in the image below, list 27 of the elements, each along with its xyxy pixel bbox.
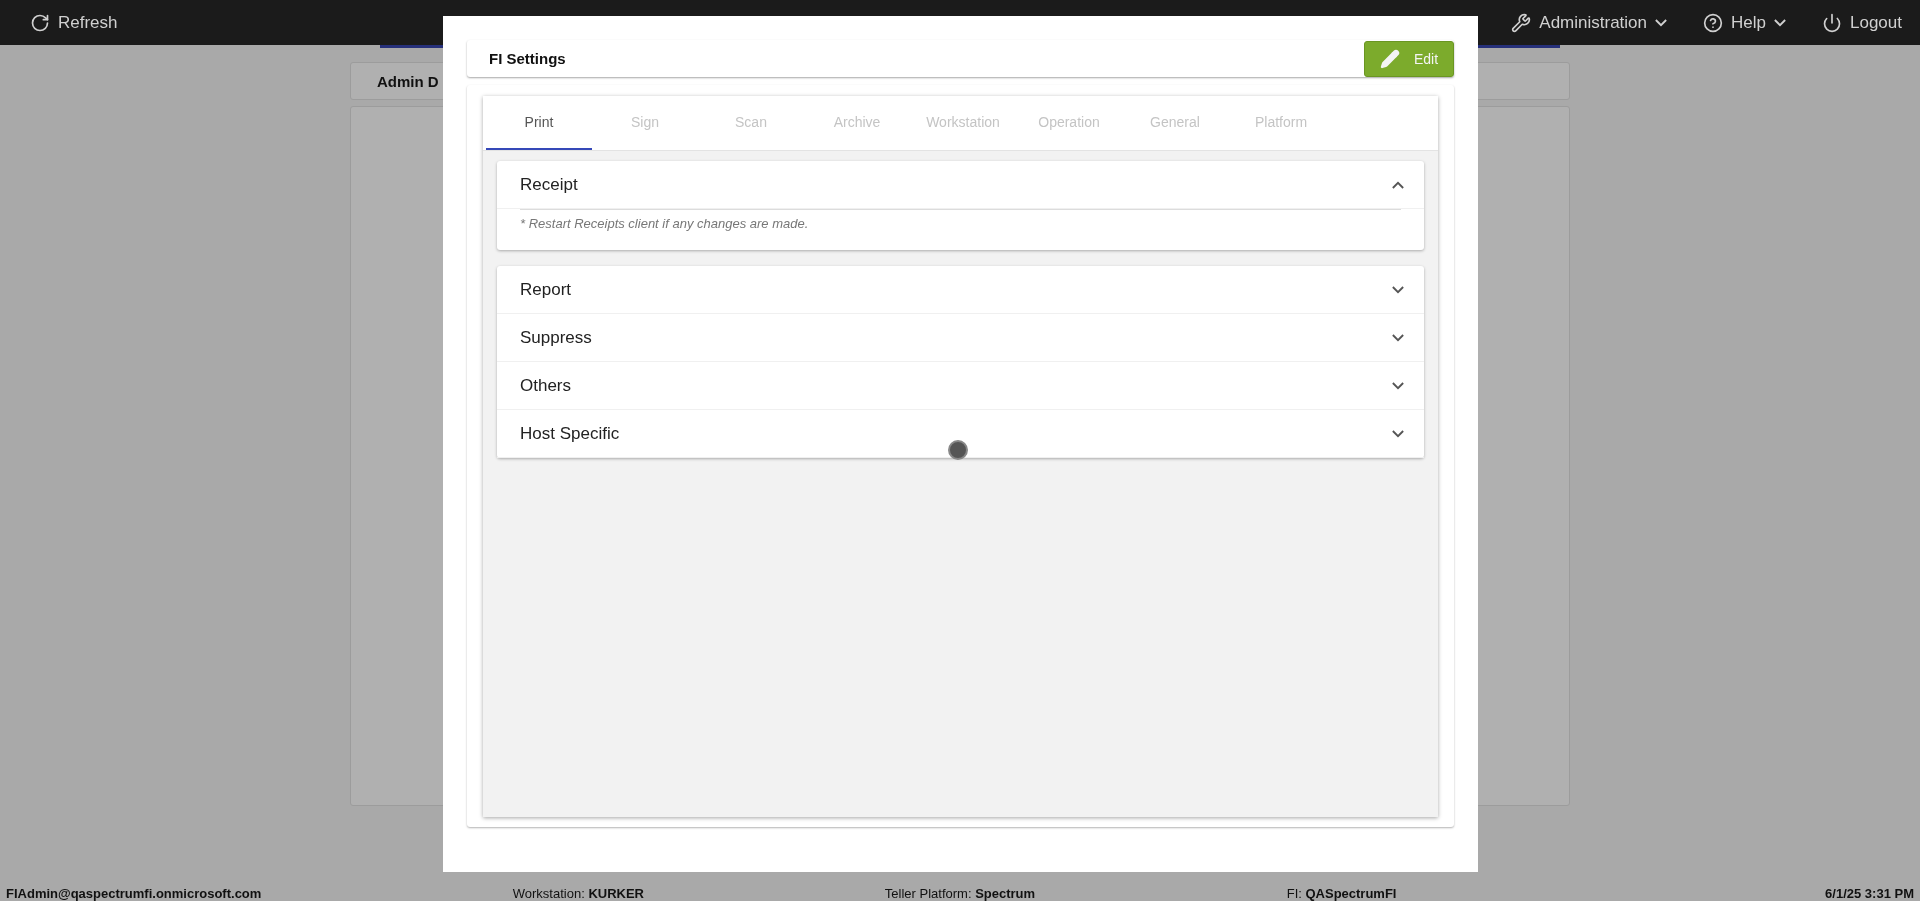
section-header[interactable]: Suppress — [497, 314, 1424, 362]
status-text: Teller Platform: Spectrum — [883, 886, 1037, 901]
menu-link[interactable]: Refresh — [30, 12, 118, 33]
menu-link[interactable]: Logout — [1822, 12, 1902, 33]
card-title: Admin D — [377, 72, 439, 90]
menu-link[interactable]: Help — [1703, 12, 1786, 33]
chevron-down-icon — [1392, 381, 1404, 390]
help-icon — [1703, 12, 1724, 33]
dialog-title: FI Settings — [489, 50, 566, 67]
section-header[interactable]: Receipt — [497, 161, 1424, 209]
chevron-down-icon — [1392, 285, 1404, 294]
status-text: 6/1/25 3:31 PM — [1824, 886, 1914, 901]
section-header[interactable]: Report — [497, 266, 1424, 314]
pencil-icon — [1379, 48, 1400, 69]
tab[interactable]: Print — [486, 96, 592, 150]
chevron-up-icon — [1392, 180, 1404, 189]
wrench-icon — [1511, 12, 1532, 33]
refresh-icon — [30, 12, 50, 33]
menu-link[interactable]: Administration — [1511, 12, 1668, 33]
power-icon — [1822, 12, 1842, 33]
chevron-down-icon — [1392, 333, 1404, 342]
section-note: * Restart Receipts client if any changes are made. — [520, 216, 809, 231]
section-header[interactable]: Others — [497, 362, 1424, 410]
status-text: FIAdmin@qaspectrumfi.onmicrosoft.com — [6, 886, 263, 901]
status-text: FI: QASpectrumFI — [1285, 886, 1398, 901]
chevron-down-icon — [1392, 429, 1404, 438]
status-text: Workstation: KURKER — [511, 886, 645, 901]
